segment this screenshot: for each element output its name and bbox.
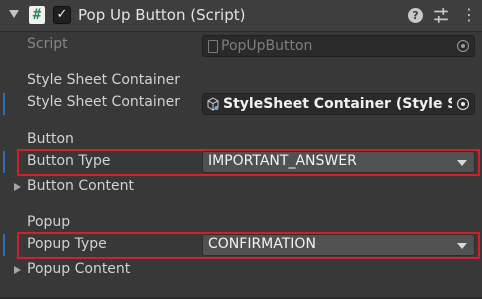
button-type-row: Button Type IMPORTANT_ANSWER [0, 151, 482, 174]
popup-type-dropdown[interactable]: CONFIRMATION [202, 234, 475, 256]
style-sheet-label: Style Sheet Container [27, 94, 180, 110]
button-section-header: Button [27, 131, 74, 147]
chevron-right-icon[interactable] [14, 266, 21, 274]
cube-icon [207, 97, 219, 111]
chevron-down-icon[interactable] [9, 10, 19, 18]
popup-content-foldout[interactable]: Popup Content [0, 260, 482, 283]
chevron-right-icon[interactable] [14, 183, 21, 191]
modified-indicator [3, 93, 5, 115]
object-picker-button[interactable] [452, 94, 474, 114]
kebab-menu-icon[interactable]: ⋮ [460, 6, 478, 24]
popup-type-label: Popup Type [27, 236, 107, 252]
popup-type-value: CONFIRMATION [208, 236, 316, 252]
target-icon [457, 98, 469, 110]
popup-content-label: Popup Content [27, 261, 131, 277]
object-picker-button[interactable] [452, 36, 474, 56]
script-file-icon [208, 40, 218, 53]
style-sheet-value: StyleSheet Container (Style She [223, 96, 475, 112]
enable-checkbox[interactable]: ✓ [53, 6, 71, 24]
style-sheet-row: Style Sheet Container StyleSheet Contain… [0, 93, 482, 116]
popup-type-row: Popup Type CONFIRMATION [0, 234, 482, 257]
modified-indicator [3, 234, 5, 256]
popup-section-header: Popup [27, 214, 71, 230]
style-sheet-object-field[interactable]: StyleSheet Container (Style She [202, 93, 475, 115]
chevron-down-icon [457, 160, 467, 166]
button-type-label: Button Type [27, 153, 111, 169]
script-hash-icon: # [29, 6, 45, 24]
button-type-dropdown[interactable]: IMPORTANT_ANSWER [202, 151, 475, 173]
script-value: PopUpButton [221, 38, 313, 54]
script-label: Script [27, 36, 68, 52]
style-sheet-section-header: Style Sheet Container [27, 72, 180, 88]
presets-sliders-icon[interactable] [432, 7, 450, 25]
button-type-value: IMPORTANT_ANSWER [208, 153, 357, 169]
button-content-label: Button Content [27, 178, 135, 194]
help-icon[interactable]: ? [408, 8, 423, 23]
button-content-foldout[interactable]: Button Content [0, 177, 482, 200]
target-icon [457, 40, 469, 52]
script-object-field[interactable]: PopUpButton [202, 35, 475, 57]
component-header[interactable]: # ✓ Pop Up Button (Script) ? ⋮ [0, 0, 482, 32]
script-row: Script PopUpButton [0, 35, 482, 58]
chevron-down-icon [457, 243, 467, 249]
modified-indicator [3, 151, 5, 173]
component-title: Pop Up Button (Script) [78, 6, 246, 24]
